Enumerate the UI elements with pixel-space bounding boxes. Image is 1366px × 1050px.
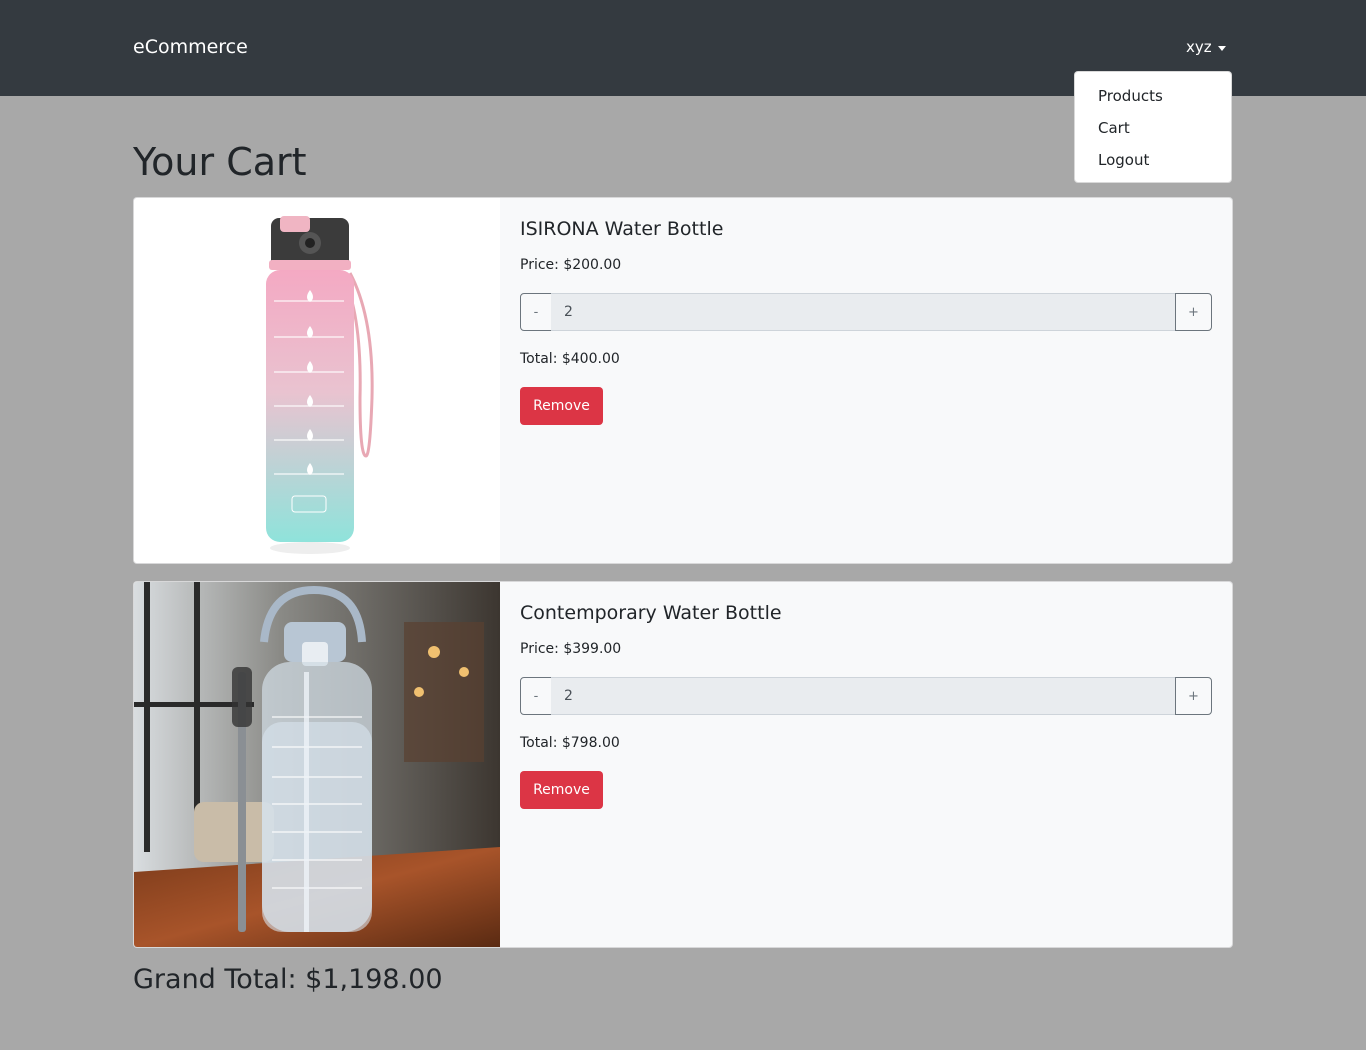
- caret-down-icon: [1217, 45, 1226, 51]
- product-price: Price: $399.00: [520, 641, 622, 657]
- product-name: Contemporary Water Bottle: [520, 602, 782, 624]
- item-total: Total: $798.00: [520, 735, 620, 751]
- quantity-field[interactable]: 2: [551, 677, 1176, 715]
- remove-button[interactable]: Remove: [520, 771, 603, 809]
- decrement-button[interactable]: -: [520, 293, 552, 331]
- product-name: ISIRONA Water Bottle: [520, 218, 724, 240]
- user-menu-toggle[interactable]: xyz: [1186, 38, 1226, 56]
- cart-item: Contemporary Water Bottle Price: $399.00…: [133, 581, 1233, 948]
- grand-total: Grand Total: $1,198.00: [133, 964, 443, 995]
- user-name: xyz: [1186, 38, 1212, 56]
- increment-button[interactable]: +: [1175, 677, 1212, 715]
- cart-item: ISIRONA Water Bottle Price: $200.00 - 2 …: [133, 197, 1233, 564]
- menu-item-products[interactable]: Products: [1098, 87, 1163, 105]
- page-title: Your Cart: [133, 140, 307, 184]
- user-dropdown-menu: Products Cart Logout: [1074, 71, 1232, 183]
- menu-item-logout[interactable]: Logout: [1098, 151, 1149, 169]
- remove-button[interactable]: Remove: [520, 387, 603, 425]
- product-price: Price: $200.00: [520, 257, 622, 273]
- menu-item-cart[interactable]: Cart: [1098, 119, 1130, 137]
- increment-button[interactable]: +: [1175, 293, 1212, 331]
- product-image: [134, 198, 500, 563]
- decrement-button[interactable]: -: [520, 677, 552, 715]
- product-image: [134, 582, 500, 947]
- item-total: Total: $400.00: [520, 351, 620, 367]
- quantity-stepper: - 2 +: [520, 677, 1212, 715]
- quantity-field[interactable]: 2: [551, 293, 1176, 331]
- brand-link[interactable]: eCommerce: [133, 36, 248, 58]
- quantity-stepper: - 2 +: [520, 293, 1212, 331]
